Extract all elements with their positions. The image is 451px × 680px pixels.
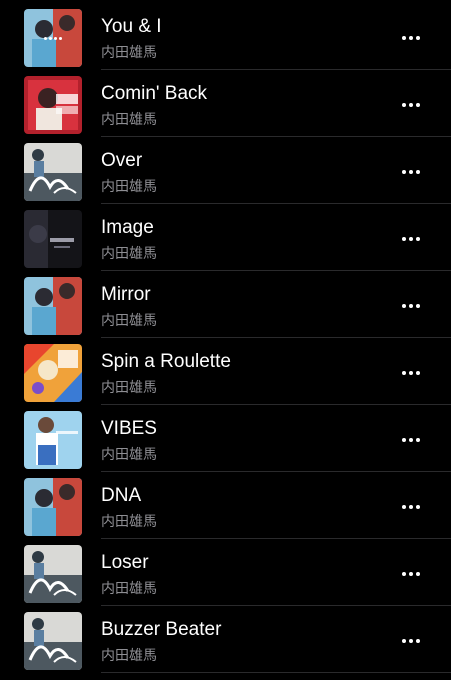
song-row[interactable]: Loser 内田雄馬 [0, 539, 451, 606]
song-artist: 内田雄馬 [101, 446, 157, 462]
song-title: Loser [101, 552, 149, 573]
song-row[interactable]: DNA 内田雄馬 [0, 472, 451, 539]
ellipsis-icon [402, 170, 406, 174]
song-artist: 内田雄馬 [101, 647, 157, 663]
song-artist: 内田雄馬 [101, 245, 157, 261]
album-artwork [24, 478, 82, 536]
song-row[interactable]: VIBES 内田雄馬 [0, 405, 451, 472]
song-artist: 内田雄馬 [101, 379, 157, 395]
now-playing-icon [24, 9, 82, 67]
album-artwork [24, 210, 82, 268]
more-options-button[interactable] [392, 159, 430, 185]
more-options-button[interactable] [392, 226, 430, 252]
song-artist: 内田雄馬 [101, 44, 157, 60]
row-divider [101, 672, 451, 673]
song-title: DNA [101, 485, 142, 506]
more-options-button[interactable] [392, 561, 430, 587]
ellipsis-icon [402, 371, 406, 375]
album-artwork [24, 9, 82, 67]
album-artwork [24, 344, 82, 402]
song-title: VIBES [101, 418, 157, 439]
song-title: Image [101, 217, 154, 238]
album-artwork [24, 612, 82, 670]
album-artwork [24, 411, 82, 469]
song-artist: 内田雄馬 [101, 111, 157, 127]
song-title: You & I [101, 16, 162, 37]
song-row[interactable]: You & I 内田雄馬 [0, 3, 451, 70]
album-artwork [24, 143, 82, 201]
more-options-button[interactable] [392, 628, 430, 654]
song-title: Buzzer Beater [101, 619, 222, 640]
more-options-button[interactable] [392, 494, 430, 520]
song-title: Spin a Roulette [101, 351, 231, 372]
song-artist: 内田雄馬 [101, 312, 157, 328]
ellipsis-icon [402, 438, 406, 442]
song-title: Comin' Back [101, 83, 208, 104]
song-artist: 内田雄馬 [101, 580, 157, 596]
song-artist: 内田雄馬 [101, 178, 157, 194]
ellipsis-icon [402, 237, 406, 241]
song-title: Mirror [101, 284, 151, 305]
more-options-button[interactable] [392, 293, 430, 319]
song-row[interactable]: Mirror 内田雄馬 [0, 271, 451, 338]
ellipsis-icon [402, 304, 406, 308]
ellipsis-icon [402, 639, 406, 643]
more-options-button[interactable] [392, 25, 430, 51]
song-row[interactable]: Buzzer Beater 内田雄馬 [0, 606, 451, 673]
song-artist: 内田雄馬 [101, 513, 157, 529]
album-artwork [24, 545, 82, 603]
ellipsis-icon [402, 505, 406, 509]
song-row[interactable]: Over 内田雄馬 [0, 137, 451, 204]
ellipsis-icon [402, 103, 406, 107]
song-row[interactable]: Comin' Back 内田雄馬 [0, 70, 451, 137]
more-options-button[interactable] [392, 92, 430, 118]
song-row[interactable]: Spin a Roulette 内田雄馬 [0, 338, 451, 405]
ellipsis-icon [402, 572, 406, 576]
ellipsis-icon [402, 36, 406, 40]
song-title: Over [101, 150, 143, 171]
song-row[interactable]: Image 内田雄馬 [0, 204, 451, 271]
more-options-button[interactable] [392, 427, 430, 453]
more-options-button[interactable] [392, 360, 430, 386]
album-artwork [24, 76, 82, 134]
album-artwork [24, 277, 82, 335]
